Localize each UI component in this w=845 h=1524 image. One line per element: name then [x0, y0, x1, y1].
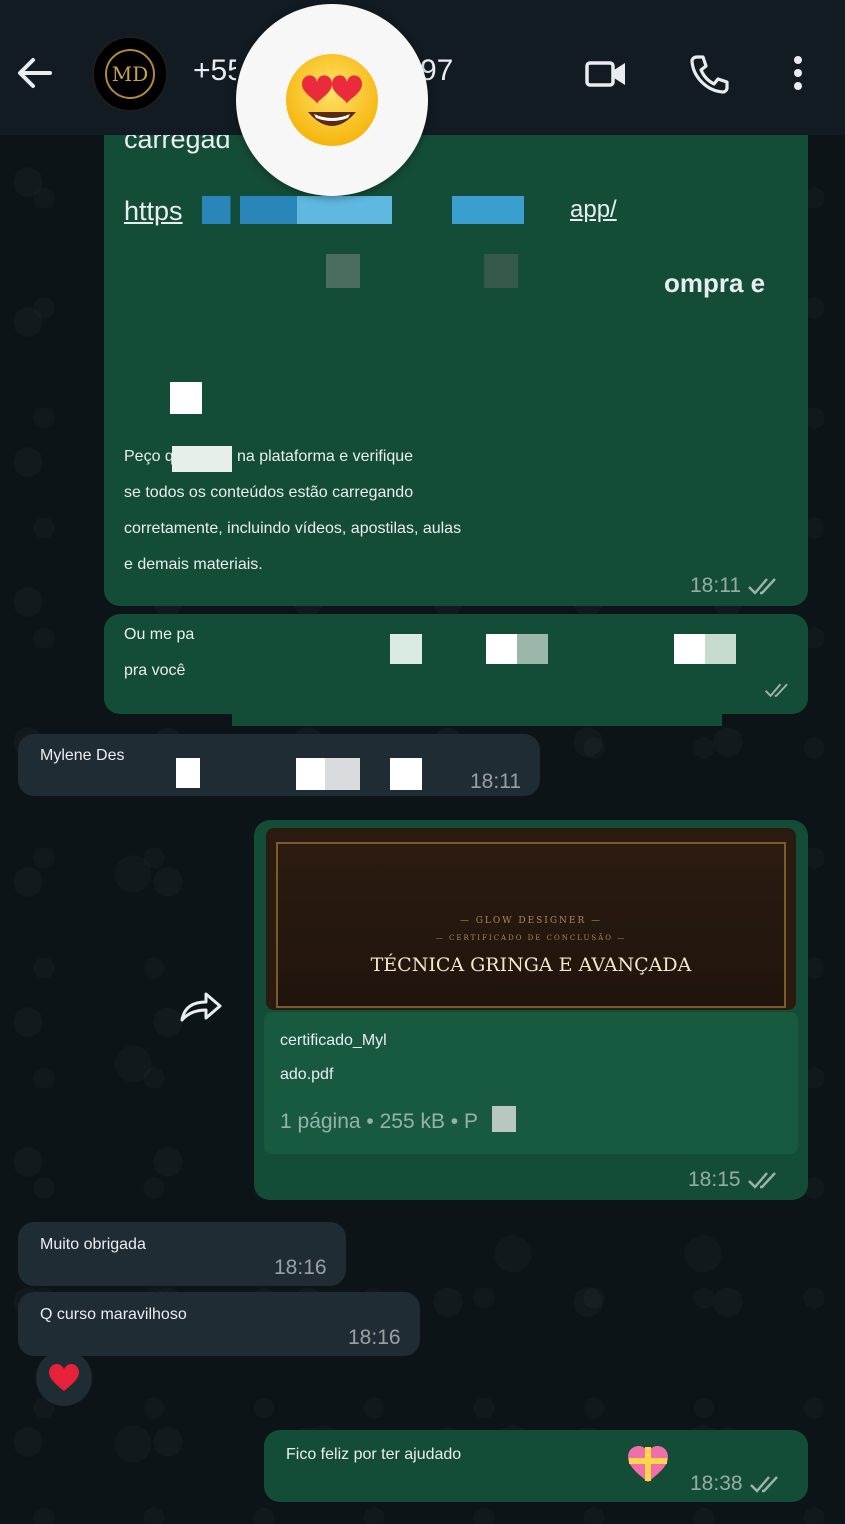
time-text: 18:15 — [688, 1168, 741, 1191]
pdf-meta: 1 página • 255 kB • P — [280, 1110, 479, 1133]
message-text: Q curso maravilhoso — [40, 1306, 187, 1323]
double-check-icon — [749, 1476, 778, 1493]
pixelated-redaction — [390, 758, 422, 790]
message-time: 18:16 — [274, 1256, 327, 1280]
message-time: 18:16 — [348, 1326, 401, 1350]
red-heart-icon — [49, 1364, 79, 1391]
pdf-filename: certificado_Myl — [280, 1032, 387, 1049]
certificate-title: TÉCNICA GRINGA E AVANÇADA — [370, 954, 692, 976]
message-text: ompra e — [664, 268, 766, 298]
message-text: pra você — [124, 662, 186, 679]
message-text: e demais materiais. — [124, 556, 263, 573]
double-check-icon — [748, 578, 776, 595]
pixelated-redaction — [296, 758, 360, 790]
message-text: Ou me pa — [124, 626, 195, 643]
pixelated-redaction — [170, 382, 202, 414]
message-text: Fico feliz por ter ajudado — [286, 1446, 462, 1463]
double-check-icon — [747, 1172, 776, 1189]
pixelated-redaction — [202, 196, 392, 224]
pdf-thumbnail[interactable]: — GLOW DESIGNER — — CERTIFICADO DE CONCL… — [266, 828, 796, 1010]
double-check-icon — [764, 683, 788, 698]
heart-eyes-face-icon — [286, 54, 378, 146]
pixelated-redaction — [452, 196, 572, 224]
pixelated-redaction — [232, 622, 722, 726]
forward-icon[interactable] — [176, 988, 226, 1028]
heart-eyes-emoji-overlay — [236, 4, 428, 196]
avatar[interactable]: MD — [92, 36, 168, 112]
pixelated-redaction — [390, 634, 422, 664]
time-text: 18:16 — [274, 1256, 327, 1279]
message-time: 18:11 — [470, 770, 521, 794]
pixelated-redaction — [486, 634, 548, 664]
phone-call-icon[interactable] — [683, 48, 735, 100]
certificate-subtitle: — CERTIFICADO DE CONCLUSÃO — — [435, 934, 627, 942]
pixelated-redaction — [674, 634, 736, 664]
message-text: corretamente, incluindo vídeos, apostila… — [124, 520, 462, 537]
pixelated-redaction — [176, 758, 200, 788]
more-options-icon[interactable] — [775, 48, 827, 100]
message-text: Muito obrigada — [40, 1236, 146, 1253]
time-text: 18:38 — [690, 1472, 743, 1495]
message-text: se todos os conteúdos estão carregando — [124, 484, 414, 501]
pixelated-redaction — [492, 1106, 516, 1132]
reaction-badge[interactable] — [36, 1350, 92, 1406]
pdf-file-info[interactable]: certificado_Myl ado.pdf 1 página • 255 k… — [264, 1012, 798, 1154]
heart-gift-icon — [628, 1446, 668, 1482]
message-text: Mylene Des — [40, 747, 125, 764]
message-bubble-incoming[interactable] — [18, 734, 540, 796]
message-link[interactable]: app/ — [570, 196, 617, 224]
message-link[interactable]: https — [124, 196, 183, 227]
message-time: 18:38 — [690, 1472, 783, 1496]
message-text: Peço que entre na plataforma e verifique — [124, 448, 414, 465]
message-time: 18:11 — [690, 574, 781, 598]
avatar-initials: MD — [105, 49, 155, 99]
video-call-icon[interactable] — [580, 48, 632, 100]
pixelated-redaction — [484, 254, 518, 288]
pixelated-redaction — [326, 254, 360, 288]
back-arrow-icon[interactable] — [12, 50, 58, 96]
time-text: 18:11 — [690, 574, 741, 597]
pdf-filename: ado.pdf — [280, 1066, 334, 1083]
time-text: 18:11 — [470, 770, 521, 793]
certificate-brand: — GLOW DESIGNER — — [459, 916, 603, 926]
time-text: 18:16 — [348, 1326, 401, 1349]
message-time: 18:15 — [688, 1168, 781, 1192]
